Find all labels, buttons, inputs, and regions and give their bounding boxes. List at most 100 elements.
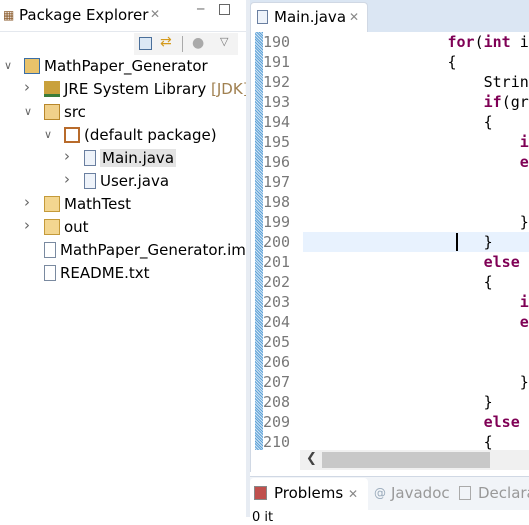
tree-item[interactable]: MathPaper_Generator.im <box>44 239 246 261</box>
tree-item-label: MathPaper_Generator.im <box>60 241 246 259</box>
scroll-left-icon[interactable]: ❮ <box>306 451 317 466</box>
tree-item[interactable]: JRE System Library [JDK] <box>44 78 249 100</box>
tree-item[interactable]: (default package) <box>64 124 217 146</box>
code-line: } <box>303 392 529 412</box>
code-token: } <box>303 233 493 251</box>
tab-declaration[interactable]: Declara <box>478 484 529 502</box>
scrollbar-thumb[interactable] <box>322 452 490 468</box>
expand-icon[interactable]: › <box>24 193 30 211</box>
tab-problems-label[interactable]: Problems <box>274 484 343 502</box>
keyword-token: if <box>483 93 502 111</box>
library-icon <box>44 81 60 97</box>
line-number: 205 <box>263 333 291 351</box>
link-with-editor-icon[interactable]: ⇄ <box>160 34 172 50</box>
code-line: if(gr <box>303 92 529 112</box>
code-token: (gr <box>501 93 529 111</box>
code-line: { <box>303 272 529 292</box>
collapse-all-icon[interactable] <box>139 37 152 50</box>
expand-icon[interactable]: › <box>24 78 30 96</box>
package-icon <box>64 127 80 143</box>
line-number: 204 <box>263 313 291 331</box>
java-file-icon <box>257 10 268 24</box>
tab-javadoc[interactable]: Javadoc <box>391 484 450 502</box>
line-number: 193 <box>263 93 291 111</box>
collapse-icon[interactable]: ∨ <box>44 128 52 141</box>
tree-item-label: MathTest <box>64 195 132 213</box>
java-file-icon <box>84 150 96 166</box>
minimize-icon[interactable]: ─ <box>197 2 204 16</box>
line-number: 206 <box>263 353 291 371</box>
tree-item[interactable]: README.txt <box>44 262 150 284</box>
keyword-token: for <box>447 33 475 51</box>
close-icon[interactable]: ✕ <box>150 7 160 21</box>
tree-item[interactable]: src <box>44 101 86 123</box>
change-ruler <box>255 32 263 450</box>
collapse-icon[interactable]: ∨ <box>4 59 12 72</box>
code-line: { <box>303 52 529 72</box>
line-number: 199 <box>263 213 291 231</box>
code-token: { <box>303 273 493 291</box>
code-line: } <box>303 212 529 232</box>
code-line: { <box>303 432 529 452</box>
tab-main-java[interactable]: Main.java ✕ <box>250 2 368 32</box>
package-explorer-title: Package Explorer <box>19 6 149 24</box>
declaration-icon <box>459 486 471 500</box>
line-number: 208 <box>263 393 291 411</box>
tree-item[interactable]: Main.java <box>84 147 177 169</box>
code-token: ( <box>474 33 484 51</box>
close-icon[interactable]: ✕ <box>349 10 359 24</box>
keyword-token: i <box>519 133 529 151</box>
expand-icon[interactable]: › <box>64 147 70 165</box>
package-explorer-icon: ▦ <box>3 8 15 22</box>
java-file-icon <box>84 173 96 189</box>
tree-item[interactable]: MathPaper_Generator <box>24 55 208 77</box>
tree-item-label: (default package) <box>84 126 217 144</box>
expand-icon[interactable]: › <box>64 170 70 188</box>
code-token: } <box>303 373 529 391</box>
code-token: Strin <box>303 73 529 91</box>
javadoc-icon: @ <box>374 486 386 500</box>
project-folder-icon <box>24 58 40 74</box>
keyword-token: e <box>519 313 529 331</box>
line-number: 191 <box>263 53 291 71</box>
maximize-icon[interactable] <box>219 4 230 15</box>
code-token: } <box>303 393 493 411</box>
line-number: 200 <box>263 233 291 251</box>
code-line: e <box>303 152 529 172</box>
expand-icon[interactable]: › <box>24 216 30 234</box>
filter-icon[interactable]: ● <box>192 35 204 51</box>
tree-item[interactable]: MathTest <box>44 193 131 215</box>
tree-item-decoration: [JDK] <box>211 80 249 98</box>
keyword-token: else <box>483 413 520 431</box>
code-line: e <box>303 312 529 332</box>
tree-item-label: User.java <box>100 172 170 190</box>
keyword-token: else <box>483 253 520 271</box>
package-explorer-tab[interactable]: ▦ Package Explorer ✕ ─ <box>0 0 246 32</box>
line-number: 192 <box>263 73 291 91</box>
keyword-token: i <box>519 293 529 311</box>
tree-item-label: README.txt <box>60 264 150 282</box>
collapse-icon[interactable]: ∨ <box>24 105 32 118</box>
close-icon[interactable]: ✕ <box>348 487 358 501</box>
code-line: for(int i <box>303 32 529 52</box>
view-menu-icon[interactable]: ▽ <box>220 35 228 48</box>
tree-item[interactable]: out <box>44 216 89 238</box>
folder-icon <box>44 196 60 212</box>
code-token: { <box>303 433 493 451</box>
problems-icon <box>254 486 267 500</box>
keyword-token: e <box>519 153 529 171</box>
line-number: 203 <box>263 293 291 311</box>
code-line: Strin <box>303 72 529 92</box>
source-folder-icon <box>44 104 60 120</box>
tree-item[interactable]: User.java <box>84 170 169 192</box>
text-cursor <box>456 233 458 251</box>
code-token: { <box>303 53 457 71</box>
